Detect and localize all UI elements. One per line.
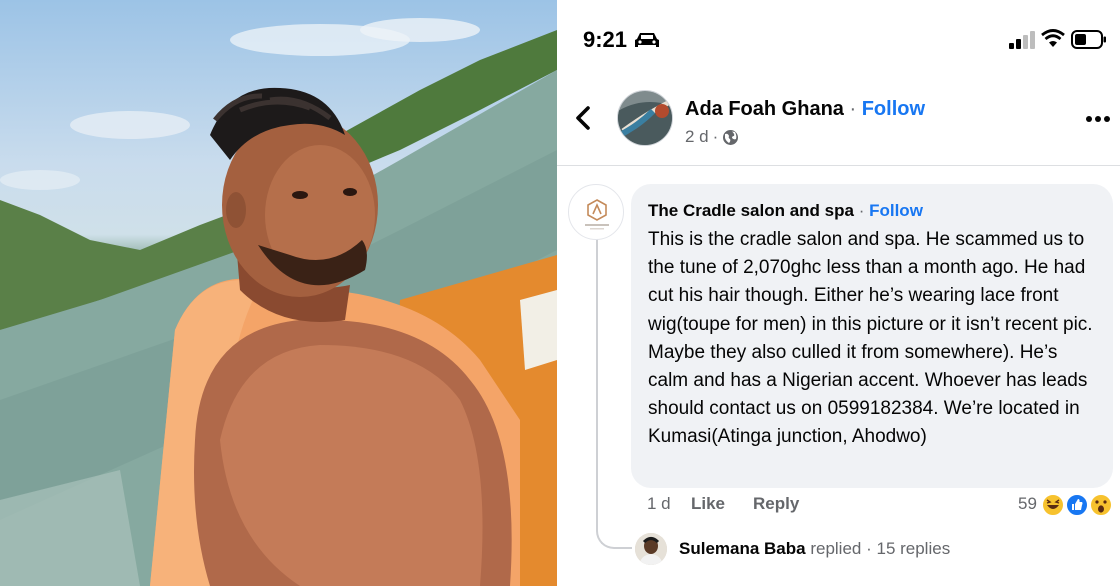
comment-actions: 1 d Like Reply: [647, 494, 799, 514]
view-replies-row[interactable]: Sulemana Baba replied · 15 replies: [635, 533, 950, 565]
status-bar: 9:21: [557, 0, 1120, 80]
car-icon: [635, 33, 659, 47]
globe-icon: [723, 129, 739, 145]
comment-bubble: The Cradle salon and spa · Follow This i…: [631, 184, 1113, 488]
cellular-signal-icon: [1009, 31, 1035, 49]
like-icon: [1065, 493, 1089, 517]
comment-text: This is the cradle salon and spa. He sca…: [648, 229, 1093, 448]
replier-avatar: [635, 533, 667, 565]
comment-author[interactable]: The Cradle salon and spa: [648, 201, 854, 220]
clock-time: 9:21: [583, 27, 628, 52]
wow-icon: [1089, 493, 1113, 517]
replies-summary: Sulemana Baba replied · 15 replies: [679, 539, 950, 559]
comment-age[interactable]: 1 d: [647, 494, 691, 514]
reactions-summary[interactable]: [1040, 492, 1118, 518]
replies-separator: ·: [861, 539, 877, 558]
replier-avatar-image: [635, 533, 667, 565]
page-name-row: Ada Foah Ghana · Follow: [685, 98, 925, 121]
reaction-count[interactable]: 59: [1018, 494, 1037, 514]
wifi-icon: [1041, 29, 1065, 47]
page-avatar[interactable]: [617, 90, 673, 146]
comment-author-row: The Cradle salon and spa · Follow: [648, 198, 1096, 224]
man-on-boat-photo: [0, 0, 557, 586]
more-options-icon[interactable]: [1085, 114, 1111, 124]
commenter-avatar[interactable]: [568, 184, 624, 240]
follow-commenter-button[interactable]: Follow: [869, 201, 923, 220]
replies-count[interactable]: 15 replies: [876, 539, 950, 558]
meta-separator: ·: [712, 127, 719, 146]
comment-separator: ·: [858, 201, 865, 220]
post-age[interactable]: 2 d: [685, 127, 709, 147]
salon-logo-icon: [585, 199, 609, 230]
post-header: Ada Foah Ghana · Follow 2 d ·: [557, 80, 1120, 166]
photo-illustration: [0, 18, 557, 586]
back-arrow-icon[interactable]: [572, 105, 594, 131]
follow-page-button[interactable]: Follow: [862, 98, 925, 120]
replied-label: replied: [805, 539, 862, 558]
haha-icon: [1041, 493, 1065, 517]
battery-icon: [1071, 30, 1106, 49]
facebook-mobile-screen: 9:21 Ada Foah Ghana · Follow 2 d · The C…: [557, 0, 1120, 586]
replier-name[interactable]: Sulemana Baba: [679, 539, 806, 558]
separator-dot: ·: [849, 98, 857, 120]
thread-connector: [596, 513, 632, 549]
like-button[interactable]: Like: [691, 494, 753, 514]
page-name[interactable]: Ada Foah Ghana: [685, 98, 844, 120]
reply-button[interactable]: Reply: [753, 494, 799, 514]
thread-line: [596, 236, 598, 514]
page-avatar-image: [618, 91, 672, 145]
post-meta: 2 d ·: [685, 127, 739, 147]
